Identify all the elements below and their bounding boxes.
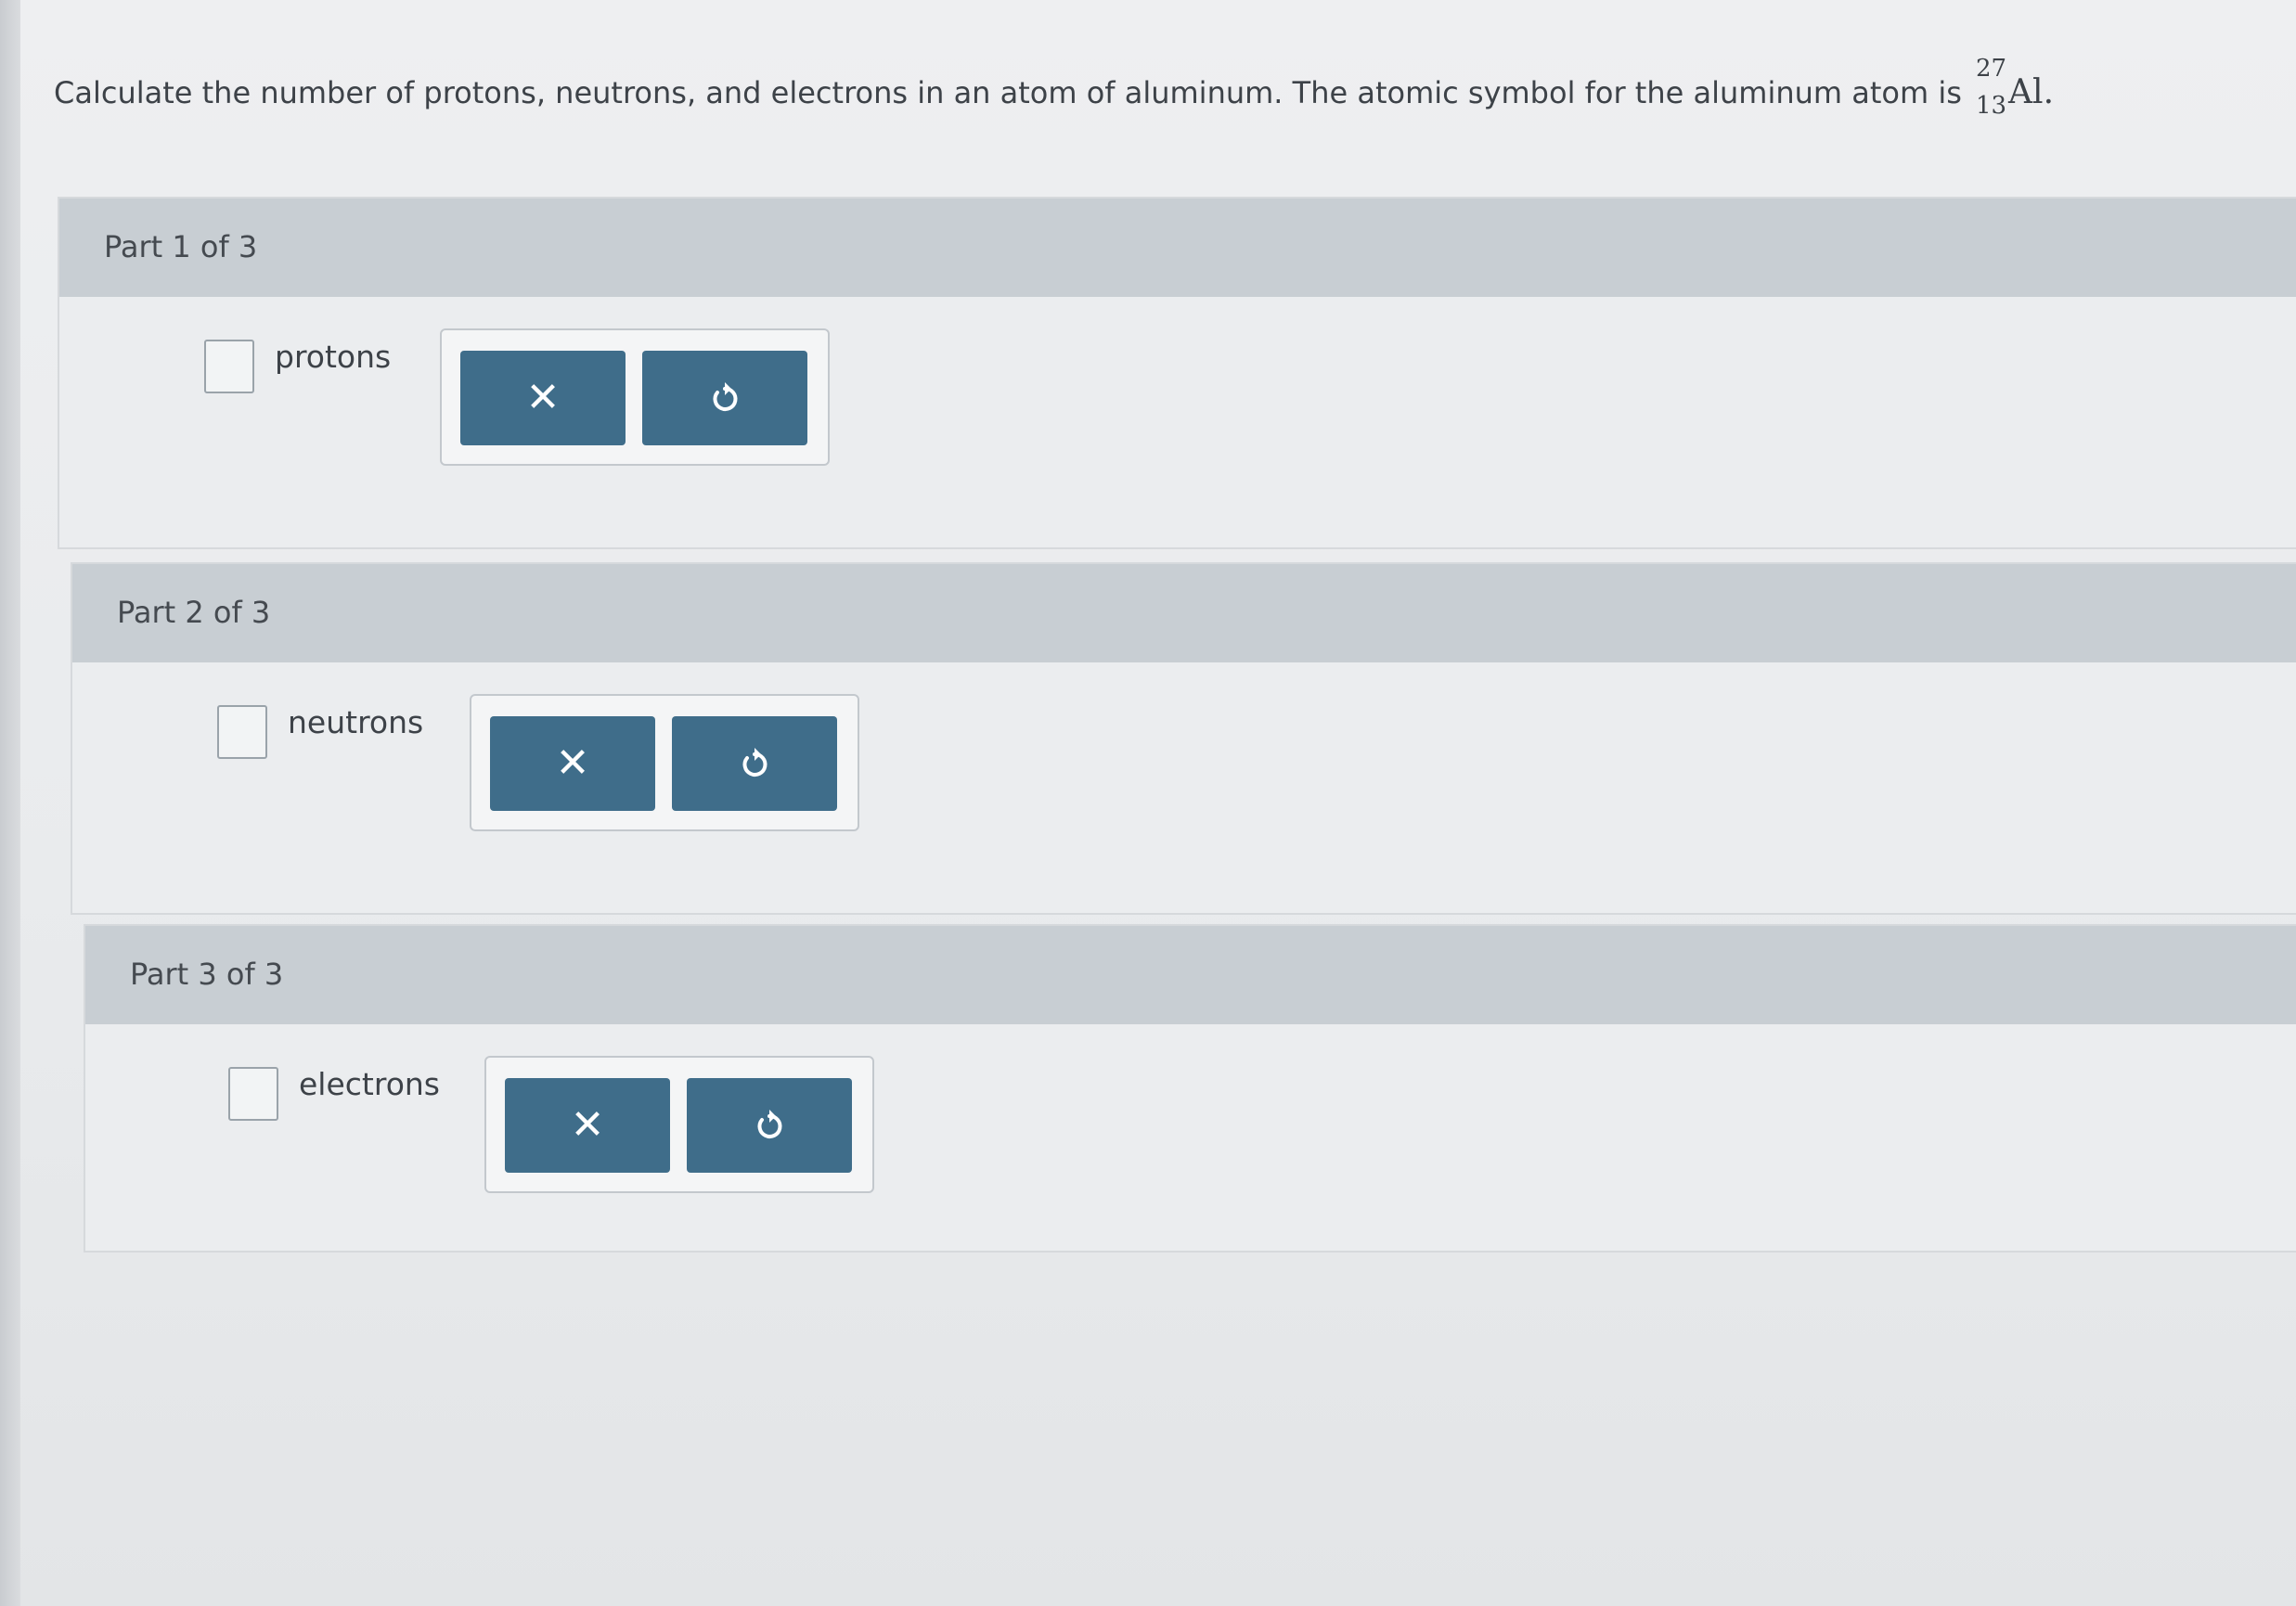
undo-icon <box>757 1110 782 1138</box>
part-1-undo-button[interactable] <box>642 351 807 445</box>
part-1-panel: Part 1 of 3 protons ✕ <box>58 197 2296 549</box>
neutrons-answer-input[interactable] <box>217 705 267 759</box>
part-2-clear-button[interactable]: ✕ <box>490 716 655 811</box>
part-1-title: Part 1 of 3 <box>104 229 258 264</box>
atomic-number: 13 <box>1975 92 2007 120</box>
part-1-clear-button[interactable]: ✕ <box>460 351 626 445</box>
part-3-undo-button[interactable] <box>687 1078 852 1173</box>
part-2-title: Part 2 of 3 <box>117 595 271 630</box>
part-2-panel: Part 2 of 3 neutrons ✕ <box>71 562 2296 915</box>
part-2-header: Part 2 of 3 <box>72 564 2296 662</box>
part-3-header: Part 3 of 3 <box>85 926 2296 1024</box>
part-3-title: Part 3 of 3 <box>130 957 284 992</box>
question-text: Calculate the number of protons, neutron… <box>54 56 2055 119</box>
close-icon: ✕ <box>525 374 561 421</box>
part-3-panel: Part 3 of 3 electrons ✕ <box>84 924 2296 1253</box>
part-1-toolbar: ✕ <box>440 328 830 466</box>
part-2-undo-button[interactable] <box>672 716 837 811</box>
part-3-clear-button[interactable]: ✕ <box>505 1078 670 1173</box>
isotope-notation: 27 13 <box>1971 56 2008 119</box>
undo-icon <box>742 748 767 777</box>
element-symbol: Al <box>2008 73 2044 111</box>
protons-answer-input[interactable] <box>204 340 254 393</box>
left-edge-shade <box>0 0 20 1606</box>
neutrons-unit-label: neutrons <box>288 704 424 740</box>
part-1-header: Part 1 of 3 <box>59 199 2296 297</box>
question-period: . <box>2043 73 2055 111</box>
part-3-toolbar: ✕ <box>484 1056 874 1193</box>
part-2-toolbar: ✕ <box>470 694 859 831</box>
electrons-answer-input[interactable] <box>228 1067 278 1121</box>
close-icon: ✕ <box>570 1101 605 1149</box>
undo-icon <box>713 382 738 411</box>
close-icon: ✕ <box>555 739 590 787</box>
protons-unit-label: protons <box>275 339 392 375</box>
mass-number: 27 <box>1975 55 2007 83</box>
electrons-unit-label: electrons <box>299 1066 440 1102</box>
question-prompt: Calculate the number of protons, neutron… <box>54 75 1972 110</box>
